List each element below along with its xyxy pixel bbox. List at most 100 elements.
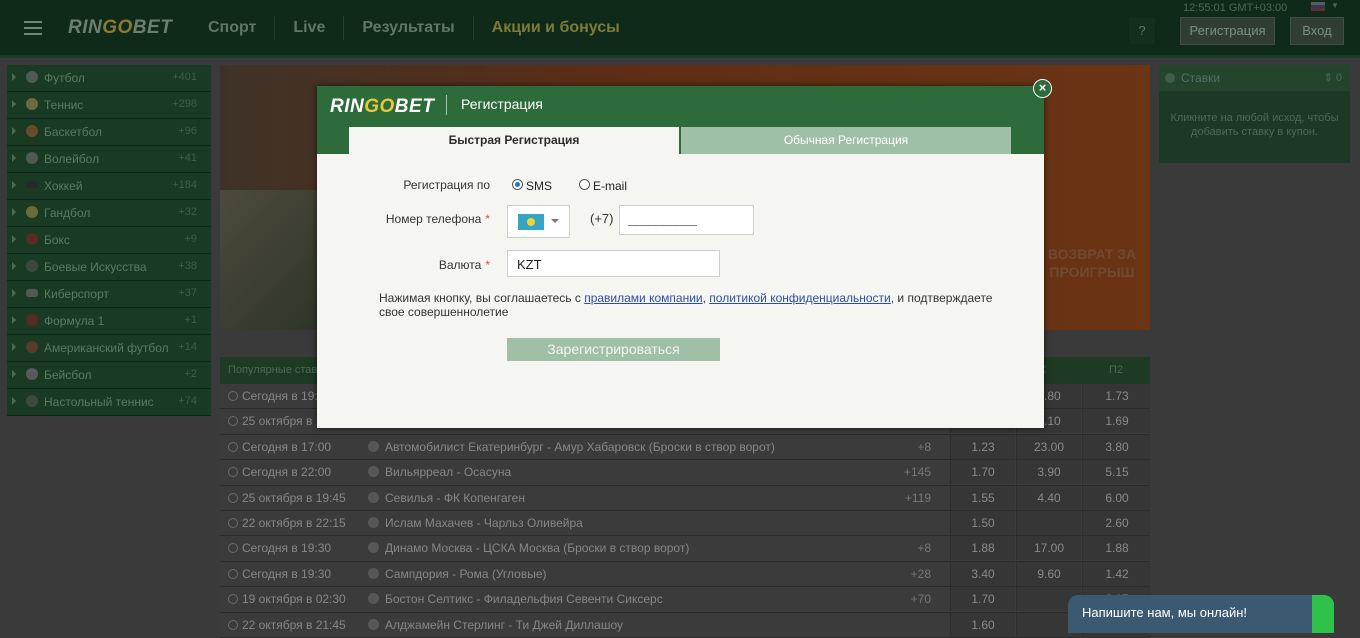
radio-email-label[interactable]: E-mail <box>593 179 627 193</box>
modal-title: Регистрация <box>461 96 543 112</box>
radio-sms[interactable] <box>512 179 523 190</box>
sidebar-item-american-football[interactable]: Американский футбол +14 <box>7 335 211 362</box>
event-name[interactable]: Ислам Махачев - Чарльз Оливейра <box>385 516 583 530</box>
nav-promotions[interactable]: Акции и бонусы <box>472 15 638 40</box>
more-markets-count[interactable]: +8 <box>896 541 931 555</box>
event-name[interactable]: Севилья - ФК Копенгаген <box>385 491 525 505</box>
caret-right-icon <box>12 343 16 351</box>
odds-p2[interactable]: 6.00 <box>1082 485 1151 510</box>
chevron-down-icon[interactable]: ▼ <box>1331 1 1339 10</box>
odds-x[interactable]: 9.60 <box>1016 561 1081 586</box>
nav-sport[interactable]: Спорт <box>190 16 274 40</box>
table-row[interactable]: Сегодня в 19:30 Динамо Москва - ЦСКА Моск… <box>220 536 1151 562</box>
odds-p2[interactable]: 3.80 <box>1082 434 1151 459</box>
odds-p1[interactable]: 1.88 <box>950 536 1015 561</box>
event-name[interactable]: Вильярреал - Осасуна <box>385 465 511 479</box>
table-row[interactable]: 22 октября в 21:45 Алджамейн Стерлинг - Т… <box>220 612 1151 638</box>
caret-right-icon <box>12 208 16 216</box>
sidebar-item-handball[interactable]: Гандбол +32 <box>7 200 211 227</box>
phone-label: Номер телефона * <box>385 212 490 226</box>
odds-p1[interactable]: 1.23 <box>950 434 1015 459</box>
odds-p2[interactable]: 1.42 <box>1082 561 1151 586</box>
nav-results[interactable]: Результаты <box>343 15 472 40</box>
clock-icon <box>228 594 238 605</box>
phone-input[interactable]: __________ <box>619 205 754 235</box>
sport-icon <box>368 618 379 630</box>
odds-p2[interactable]: 2.60 <box>1082 510 1151 535</box>
sidebar-item-martial-arts[interactable]: Боевые Искусства +38 <box>7 254 211 281</box>
header-register-button[interactable]: Регистрация <box>1180 17 1275 45</box>
more-markets-count[interactable]: +8 <box>896 440 931 454</box>
language-flag-icon[interactable] <box>1311 2 1325 11</box>
banner-promo-text: ВОЗВРАТ ЗА ПРОИГРЫШ <box>1047 246 1137 280</box>
privacy-policy-link[interactable]: политикой конфиденциальности <box>709 291 890 305</box>
sidebar-item-boxing[interactable]: Бокс +9 <box>7 227 211 254</box>
sidebar-item-baseball[interactable]: Бейсбол +2 <box>7 362 211 389</box>
event-name[interactable]: Сампдория - Рома (Угловые) <box>385 567 547 581</box>
tennis-icon <box>26 98 38 110</box>
sidebar-item-hockey[interactable]: Хоккей +184 <box>7 173 211 200</box>
tab-normal-registration[interactable]: Обычная Регистрация <box>681 127 1011 154</box>
country-code-select[interactable] <box>507 205 570 238</box>
odds-x[interactable] <box>1016 510 1081 535</box>
more-markets-count[interactable]: +70 <box>896 592 931 606</box>
sidebar-item-formula-1[interactable]: Формула 1 +1 <box>7 308 211 335</box>
odds-p1[interactable]: 1.55 <box>950 485 1015 510</box>
currency-select[interactable]: KZT <box>507 250 720 277</box>
table-row[interactable]: Сегодня в 22:00 Вильярреал - Осасуна +145 1… <box>220 460 1151 486</box>
caret-right-icon <box>12 73 16 81</box>
odds-x[interactable]: 17.00 <box>1016 536 1081 561</box>
volleyball-icon <box>26 152 38 164</box>
betslip-count: ⇕ 0 <box>1323 72 1342 84</box>
odds-p2[interactable]: 1.88 <box>1082 536 1151 561</box>
server-time: 12:55:01 GMT+03:00 <box>1183 2 1288 14</box>
radio-email[interactable] <box>579 179 590 190</box>
live-chat-widget[interactable]: Напишите нам, мы онлайн! <box>1068 595 1334 633</box>
table-row[interactable]: 22 октября в 22:15 Ислам Махачев - Чарльз… <box>220 510 1151 537</box>
betslip-header[interactable]: Ставки ⇕ 0 <box>1159 65 1350 91</box>
table-row[interactable]: Сегодня в 17:00 Автомобилист Екатеринбург… <box>220 434 1151 461</box>
odds-x[interactable]: 3.90 <box>1016 460 1081 485</box>
nav-live[interactable]: Live <box>274 15 343 40</box>
close-icon[interactable]: × <box>1033 79 1052 98</box>
odds-p1[interactable]: 1.70 <box>950 460 1015 485</box>
table-row[interactable]: 19 октября в 02:30 Бостон Селтикс - Филад… <box>220 587 1151 613</box>
header-login-button[interactable]: Вход <box>1290 17 1344 45</box>
odds-p2[interactable]: 1.69 <box>1082 409 1151 434</box>
odds-x[interactable]: 4.40 <box>1016 485 1081 510</box>
main-nav: Спорт Live Результаты Акции и бонусы <box>190 0 638 55</box>
odds-p1[interactable]: 1.50 <box>950 510 1015 535</box>
caret-right-icon <box>12 316 16 324</box>
sidebar-item-esports[interactable]: Киберспорт +37 <box>7 281 211 308</box>
more-markets-count[interactable]: +28 <box>896 567 931 581</box>
more-markets-count[interactable]: +119 <box>896 491 931 505</box>
event-name[interactable]: Автомобилист Екатеринбург - Амур Хабаров… <box>385 440 775 454</box>
handball-icon <box>26 206 38 218</box>
tab-quick-registration[interactable]: Быстрая Регистрация <box>349 127 679 154</box>
sidebar-item-table-tennis[interactable]: Настольный теннис +74 <box>7 389 211 416</box>
odds-p1[interactable]: 1.70 <box>950 587 1015 612</box>
registration-method-label: Регистрация по <box>403 178 490 192</box>
sidebar-item-volleyball[interactable]: Волейбол +41 <box>7 146 211 173</box>
radio-sms-label[interactable]: SMS <box>526 179 552 193</box>
more-markets-count[interactable]: +145 <box>896 465 931 479</box>
odds-p1[interactable]: 3.40 <box>950 561 1015 586</box>
event-name[interactable]: Бостон Селтикс - Филадельфия Севенти Сик… <box>385 592 663 606</box>
site-logo[interactable]: RINGOBET <box>68 17 172 39</box>
table-row[interactable]: 25 октября в 19:45 Севилья - ФК Копенгаге… <box>220 485 1151 511</box>
table-row[interactable]: Сегодня в 19:30 Сампдория - Рома (Угловые… <box>220 561 1151 588</box>
register-submit-button[interactable]: Зарегистрироваться <box>507 338 720 361</box>
odds-p2[interactable]: 5.15 <box>1082 460 1151 485</box>
odds-x[interactable]: 23.00 <box>1016 434 1081 459</box>
menu-icon[interactable] <box>24 21 42 35</box>
odds-p2[interactable]: 1.73 <box>1082 384 1151 408</box>
help-button[interactable]: ? <box>1129 18 1155 44</box>
event-name[interactable]: Динамо Москва - ЦСКА Москва (Броски в ст… <box>385 541 689 555</box>
clock-icon <box>228 619 238 630</box>
clock-icon <box>228 467 238 478</box>
company-rules-link[interactable]: правилами компании <box>584 291 702 305</box>
sidebar-item-basketball[interactable]: Баскетбол +96 <box>7 119 211 146</box>
event-name[interactable]: Алджамейн Стерлинг - Ти Джей Диллашоу <box>385 618 623 632</box>
sidebar-item-football[interactable]: Футбол +401 <box>7 65 211 92</box>
sidebar-item-tennis[interactable]: Теннис +298 <box>7 92 211 119</box>
